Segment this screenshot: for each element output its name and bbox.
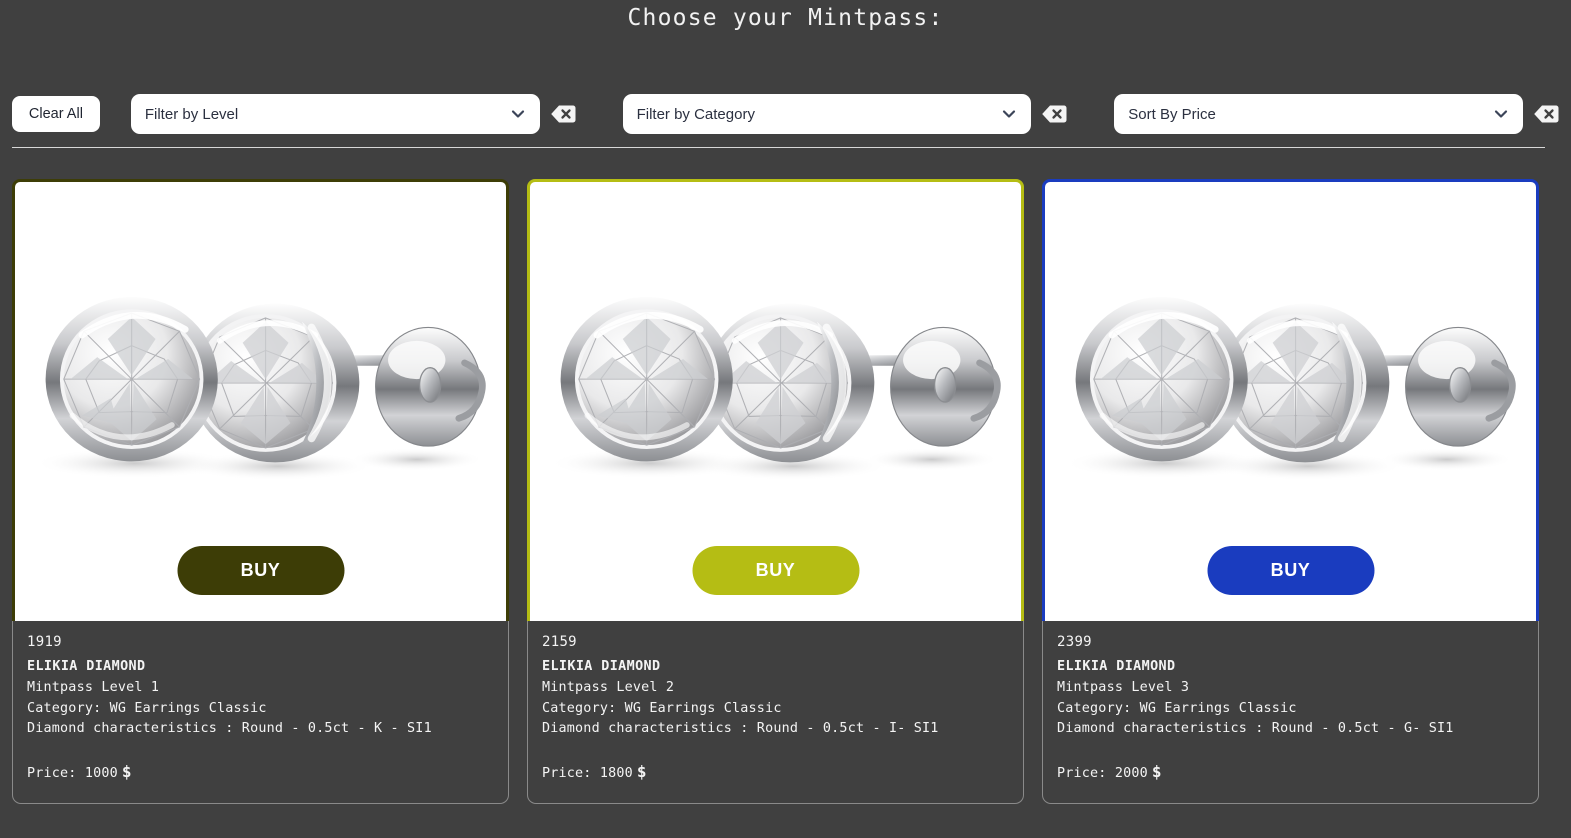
token-id: 2159: [542, 634, 577, 650]
brand-name: ELIKIA DIAMOND: [1057, 658, 1176, 674]
clear-category-filter-button[interactable]: [1041, 103, 1067, 125]
page-title: Choose your Mintpass:: [627, 5, 944, 31]
filter-by-level-label: Filter by Level: [144, 105, 239, 123]
mintpass-level: Mintpass Level 3: [1057, 680, 1190, 695]
category: Category: WG Earrings Classic: [1057, 700, 1297, 716]
token-id: 1919: [27, 634, 62, 650]
price: Price: 1000 $: [27, 762, 494, 785]
diamond-characteristics: Diamond characteristics : Round - 0.5ct …: [1057, 721, 1454, 736]
currency-symbol: $: [636, 761, 647, 781]
backspace-clear-icon: [1041, 104, 1067, 124]
card-details-panel: 2159 ELIKIA DIAMOND Mintpass Level 2 Cat…: [527, 621, 1024, 804]
mintpass-card: BUY 1919 ELIKIA DIAMOND Mintpass Level 1…: [12, 179, 509, 804]
buy-button[interactable]: BUY: [1207, 546, 1374, 595]
filter-by-level-select[interactable]: Filter by Level: [130, 94, 540, 134]
clear-sort-button[interactable]: [1533, 103, 1559, 125]
mintpass-card-grid: BUY 1919 ELIKIA DIAMOND Mintpass Level 1…: [0, 179, 1571, 804]
price: Price: 1800 $: [542, 762, 1009, 785]
chevron-down-icon: [1001, 106, 1017, 122]
filter-bar: Clear All Filter by Level Filter by Cate…: [0, 94, 1571, 134]
mintpass-card: BUY 2159 ELIKIA DIAMOND Mintpass Level 2…: [527, 179, 1024, 804]
currency-symbol: $: [1151, 761, 1162, 781]
brand-name: ELIKIA DIAMOND: [542, 658, 661, 674]
card-details-panel: 2399 ELIKIA DIAMOND Mintpass Level 3 Cat…: [1042, 621, 1539, 804]
currency-symbol: $: [121, 761, 132, 781]
filter-divider: [12, 147, 1545, 148]
brand-name: ELIKIA DIAMOND: [27, 658, 146, 674]
price: Price: 2000 $: [1057, 762, 1524, 785]
card-image-panel: BUY: [12, 179, 509, 621]
diamond-characteristics: Diamond characteristics : Round - 0.5ct …: [542, 721, 939, 736]
filter-by-category-select[interactable]: Filter by Category: [622, 94, 1032, 134]
category: Category: WG Earrings Classic: [27, 700, 267, 716]
buy-button[interactable]: BUY: [177, 546, 344, 595]
category: Category: WG Earrings Classic: [542, 700, 782, 716]
mintpass-level: Mintpass Level 2: [542, 680, 675, 695]
mintpass-level: Mintpass Level 1: [27, 680, 160, 695]
card-image-panel: BUY: [1042, 179, 1539, 621]
price-value: Price: 1800: [542, 765, 633, 781]
backspace-clear-icon: [550, 104, 576, 124]
backspace-clear-icon: [1533, 104, 1559, 124]
mintpass-card: BUY 2399 ELIKIA DIAMOND Mintpass Level 3…: [1042, 179, 1539, 804]
token-id: 2399: [1057, 634, 1092, 650]
sort-by-price-label: Sort By Price: [1128, 105, 1216, 123]
buy-button[interactable]: BUY: [692, 546, 859, 595]
price-value: Price: 2000: [1057, 765, 1148, 781]
diamond-stud-earrings-image: [549, 296, 1001, 481]
clear-level-filter-button[interactable]: [550, 103, 576, 125]
card-details-panel: 1919 ELIKIA DIAMOND Mintpass Level 1 Cat…: [12, 621, 509, 804]
diamond-stud-earrings-image: [34, 296, 486, 481]
diamond-characteristics: Diamond characteristics : Round - 0.5ct …: [27, 721, 432, 736]
price-value: Price: 1000: [27, 765, 118, 781]
sort-by-price-select[interactable]: Sort By Price: [1114, 94, 1524, 134]
chevron-down-icon: [510, 106, 526, 122]
clear-all-button[interactable]: Clear All: [12, 96, 100, 132]
filter-by-category-label: Filter by Category: [636, 105, 755, 123]
diamond-stud-earrings-image: [1064, 296, 1516, 481]
card-image-panel: BUY: [527, 179, 1024, 621]
chevron-down-icon: [1493, 106, 1509, 122]
